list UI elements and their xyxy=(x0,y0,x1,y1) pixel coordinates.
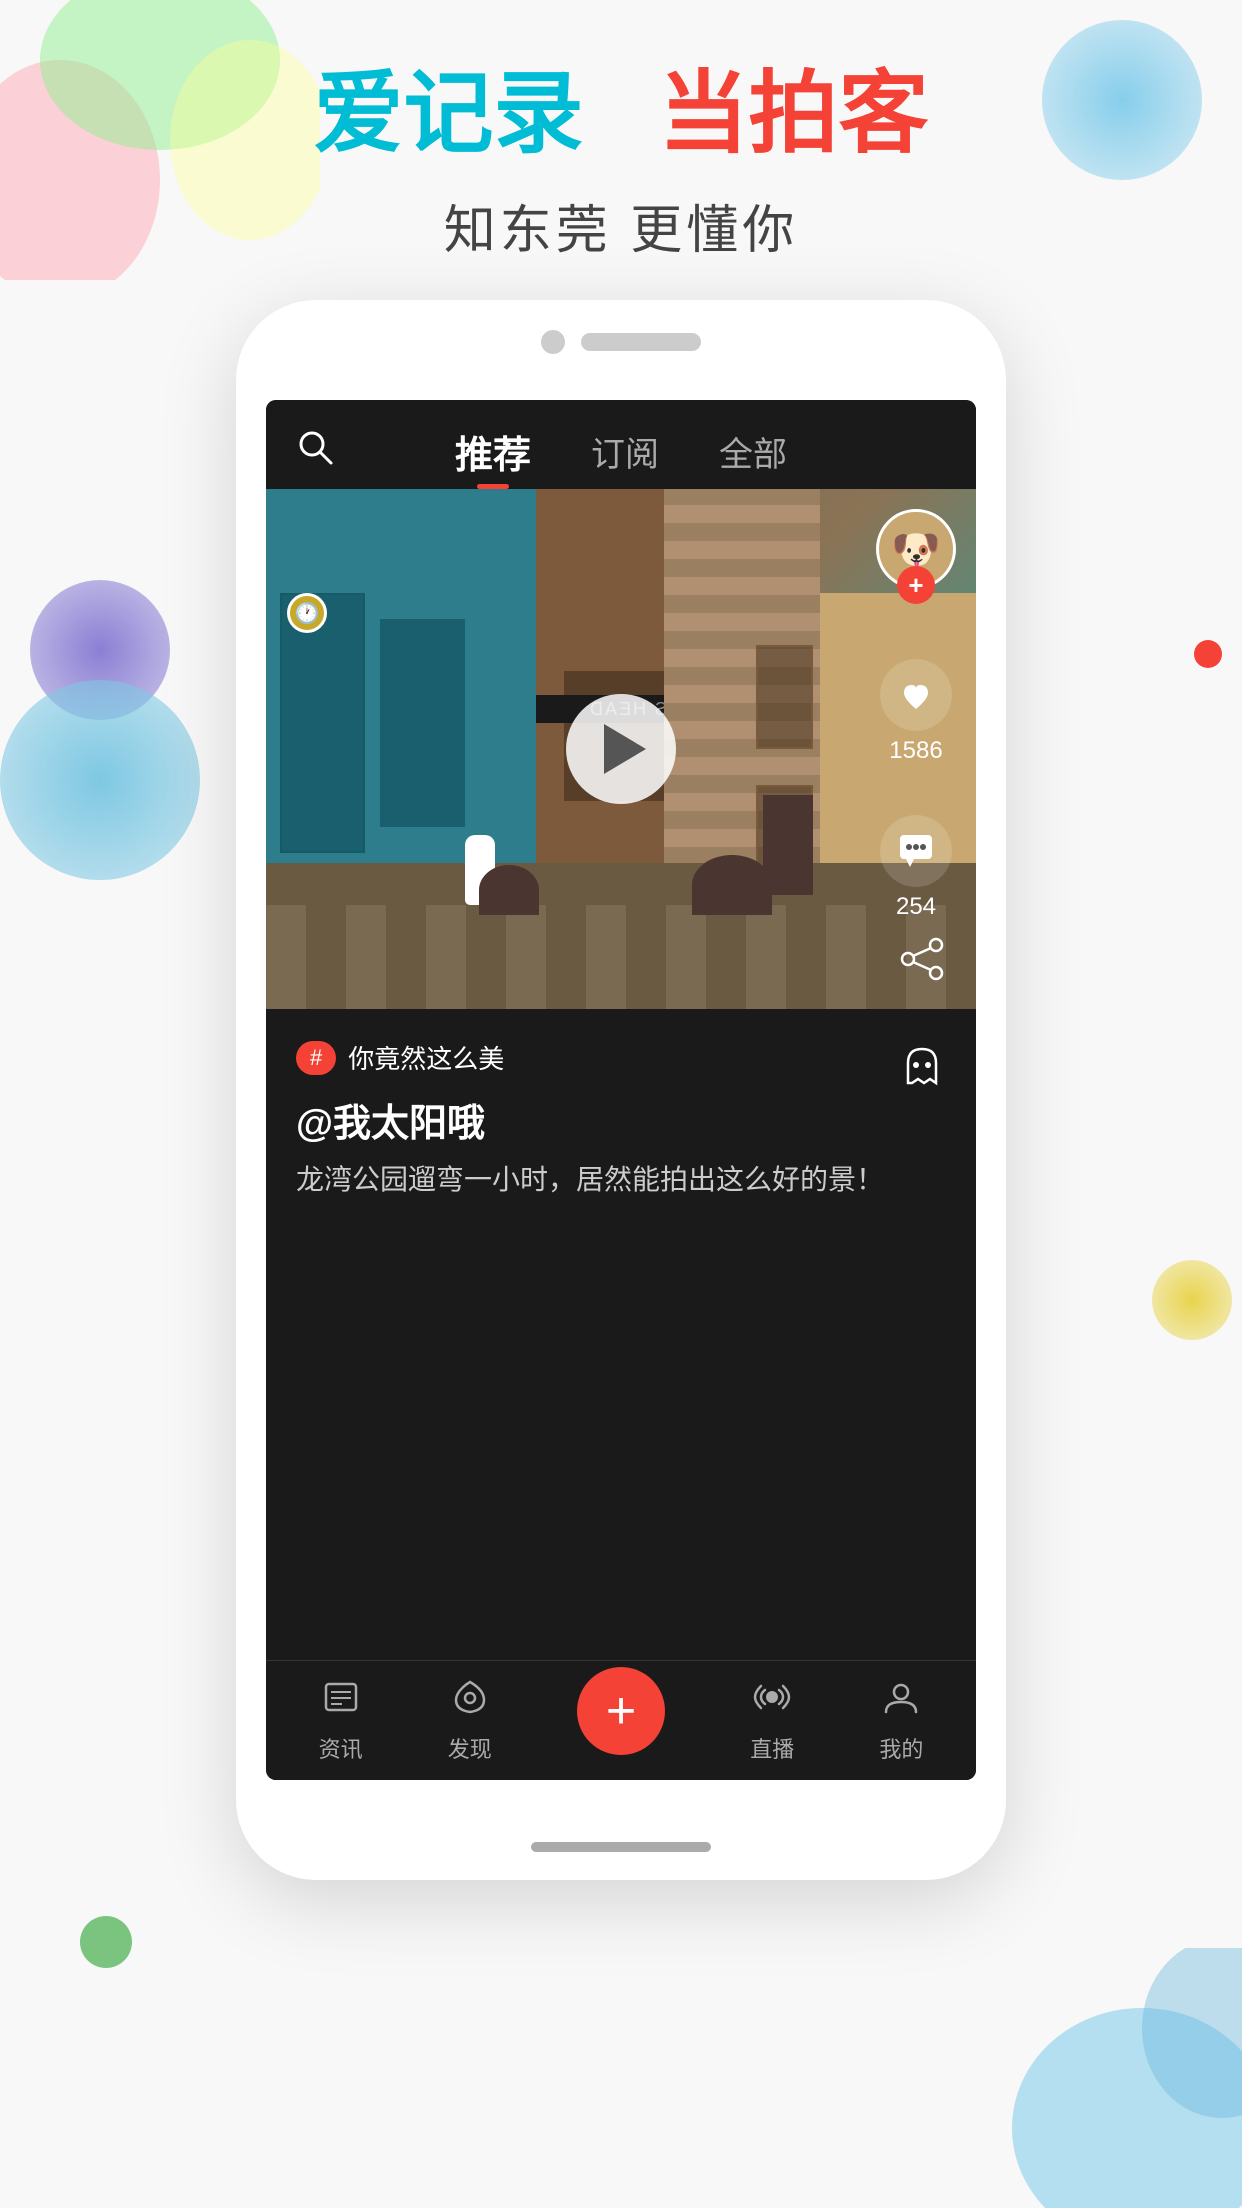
phone-home-indicator xyxy=(531,1842,711,1852)
right-lower-decoration xyxy=(1152,1260,1232,1340)
subtitle: 知东莞 更懂你 xyxy=(0,188,1242,263)
video-actions: 🐶 + 1586 xyxy=(876,509,956,921)
bottom-right-decoration xyxy=(942,1948,1242,2208)
news-icon xyxy=(322,1678,360,1726)
headline: 爱记录 当拍客 xyxy=(0,60,1242,168)
video-meta: # 你竟然这么美 @我太阳哦 龙湾公园遛弯一小时，居然能拍出这么好的景！ xyxy=(266,1009,976,1221)
hashtag-badge: # xyxy=(296,1041,336,1075)
headline-part1: 爱记录 xyxy=(313,64,583,164)
side-actions xyxy=(888,925,956,1101)
hashtag-text: 你竟然这么美 xyxy=(348,1039,504,1076)
wooden-floor xyxy=(266,905,976,1009)
like-button[interactable]: 1586 xyxy=(880,659,952,765)
share-button[interactable] xyxy=(888,925,956,993)
right-mid-dot xyxy=(1194,640,1222,668)
bush-1 xyxy=(479,865,539,915)
app-header: 推荐 订阅 全部 xyxy=(266,400,976,489)
headline-part2: 当拍客 xyxy=(659,64,929,164)
play-triangle-icon xyxy=(604,724,646,774)
window-left-2 xyxy=(380,619,465,827)
comment-count: 254 xyxy=(896,893,936,921)
bush-2 xyxy=(692,855,772,915)
tab-live[interactable]: 直播 xyxy=(750,1678,794,1764)
comment-button[interactable]: 254 xyxy=(880,815,952,921)
profile-icon xyxy=(882,1678,920,1726)
video-container[interactable]: THE KINGS HEAD 🕐 xyxy=(266,489,976,1009)
window-stone-1 xyxy=(756,645,813,749)
username[interactable]: @我太阳哦 xyxy=(296,1092,946,1147)
tab-news-label: 资讯 xyxy=(319,1732,363,1764)
tab-create-button[interactable]: + xyxy=(577,1667,665,1755)
create-plus-icon: + xyxy=(606,1685,636,1737)
app-screen: 推荐 订阅 全部 THE KINGS HEAD xyxy=(266,400,976,1780)
top-section: 爱记录 当拍客 知东莞 更懂你 xyxy=(0,0,1242,340)
tab-discover[interactable]: 发现 xyxy=(448,1678,492,1764)
comment-icon xyxy=(880,815,952,887)
live-icon xyxy=(753,1678,791,1726)
follow-button[interactable]: + xyxy=(897,566,935,604)
tab-live-label: 直播 xyxy=(750,1732,794,1764)
phone-notch xyxy=(236,300,1006,354)
like-count: 1586 xyxy=(889,737,942,765)
tab-profile[interactable]: 我的 xyxy=(879,1678,923,1764)
tab-discover-label: 发现 xyxy=(448,1732,492,1764)
avatar-wrap: 🐶 + xyxy=(876,509,956,589)
tab-recommend[interactable]: 推荐 xyxy=(455,424,531,479)
tab-news[interactable]: 资讯 xyxy=(319,1678,363,1764)
phone-camera xyxy=(541,330,565,354)
phone-speaker xyxy=(581,333,701,351)
search-button[interactable] xyxy=(296,428,334,476)
tab-subscribe[interactable]: 订阅 xyxy=(591,427,659,476)
video-description: 龙湾公园遛弯一小时，居然能拍出这么好的景！ xyxy=(296,1159,946,1201)
ghost-button[interactable] xyxy=(888,1033,956,1101)
small-tree xyxy=(763,795,813,895)
like-icon xyxy=(880,659,952,731)
nav-tabs: 推荐 订阅 全部 xyxy=(455,424,787,479)
tab-all[interactable]: 全部 xyxy=(719,427,787,476)
discover-icon xyxy=(451,1678,489,1726)
hashtag-row: # 你竟然这么美 xyxy=(296,1039,946,1076)
phone-mockup: 推荐 订阅 全部 THE KINGS HEAD xyxy=(236,300,1006,1880)
tab-profile-label: 我的 xyxy=(879,1732,923,1764)
window-left-1 xyxy=(280,593,365,853)
tab-bar: 资讯 发现 + xyxy=(266,1660,976,1780)
play-button[interactable] xyxy=(566,694,676,804)
bottom-left-dot xyxy=(80,1916,132,1968)
left-lower-decoration xyxy=(0,680,200,880)
